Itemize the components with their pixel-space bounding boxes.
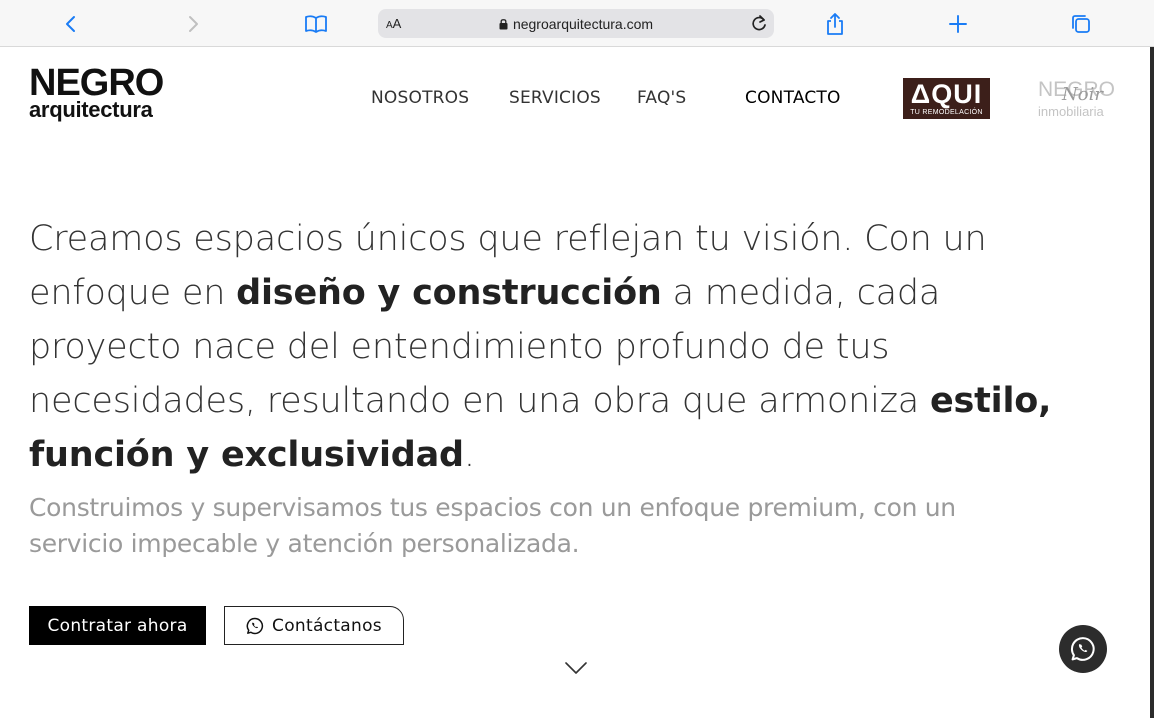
contact-us-button[interactable]: Contáctanos: [224, 606, 404, 645]
noir-logo-script: Noir: [1062, 84, 1103, 105]
browser-toolbar: AA negroarquitectura.com: [0, 0, 1154, 47]
hero-heading: Creamos espacios únicos que reflejan tu …: [29, 212, 1052, 482]
new-tab-icon: [949, 15, 967, 33]
back-button[interactable]: [55, 8, 87, 40]
noir-logo-bottom: inmobiliaria: [1038, 104, 1104, 119]
hero-line-4: necesidades, resultando en una obra que …: [29, 381, 1052, 421]
hire-now-label: Contratar ahora: [47, 615, 188, 636]
reload-icon: [752, 15, 766, 31]
chevron-down-icon: [565, 662, 587, 674]
hero-emphasis-style: estilo,: [929, 381, 1052, 421]
hero-subtitle-line-1: Construimos y supervisamos tus espacios …: [29, 493, 956, 522]
nav-servicios[interactable]: SERVICIOS: [509, 88, 601, 108]
logo-wordmark-bottom: arquitectura: [29, 97, 153, 122]
nav-nosotros[interactable]: NOSOTROS: [371, 88, 469, 108]
nav-contacto[interactable]: CONTACTO: [745, 88, 841, 108]
whatsapp-float-button[interactable]: [1059, 625, 1107, 673]
hero-subtitle: Construimos y supervisamos tus espacios …: [29, 490, 989, 562]
forward-icon: [189, 16, 198, 32]
bookmarks-button[interactable]: [300, 8, 332, 40]
whatsapp-icon: [1071, 637, 1095, 661]
forward-button[interactable]: [177, 8, 209, 40]
hero-subtitle-line-2: servicio impecable y atención personaliz…: [29, 529, 580, 558]
hero-emphasis-function: función y exclusividad: [29, 435, 464, 475]
hero-line-3: proyecto nace del entendimiento profundo…: [29, 327, 890, 367]
scroll-down-button[interactable]: [565, 660, 587, 679]
site-logo[interactable]: NEGRO arquitectura: [29, 64, 189, 121]
url-display: negroarquitectura.com: [378, 16, 774, 32]
lock-icon: [499, 19, 508, 30]
bookmarks-icon: [305, 15, 327, 33]
tabs-icon: [1072, 15, 1090, 33]
back-icon: [66, 16, 75, 32]
tabs-button[interactable]: [1065, 8, 1097, 40]
whatsapp-icon: [246, 617, 264, 634]
address-bar[interactable]: AA negroarquitectura.com: [378, 9, 774, 38]
hero-emphasis-design: diseño y construcción: [236, 273, 662, 313]
aqui-logo-sub: TU REMODELACIÓN: [910, 109, 983, 116]
hero-line-1: Creamos espacios únicos que reflejan tu …: [29, 219, 987, 259]
nav-faqs[interactable]: FAQ'S: [637, 88, 686, 108]
hero-line-5: función y exclusividad.: [29, 435, 475, 475]
noir-partner-logo[interactable]: NEGRO Noir inmobiliaria: [1036, 78, 1120, 120]
hero-line-2: enfoque en diseño y construcción a medid…: [29, 273, 941, 313]
hire-now-button[interactable]: Contratar ahora: [29, 606, 206, 645]
url-text: negroarquitectura.com: [512, 16, 654, 32]
reload-button[interactable]: [750, 13, 768, 37]
aqui-logo-main: ΔQUI: [910, 79, 983, 109]
share-button[interactable]: [819, 8, 851, 40]
new-tab-button[interactable]: [942, 8, 974, 40]
window-edge: [1150, 47, 1154, 718]
contact-us-label: Contáctanos: [272, 615, 382, 636]
share-icon: [827, 13, 843, 35]
aqui-partner-logo[interactable]: ΔQUI TU REMODELACIÓN: [903, 78, 990, 119]
